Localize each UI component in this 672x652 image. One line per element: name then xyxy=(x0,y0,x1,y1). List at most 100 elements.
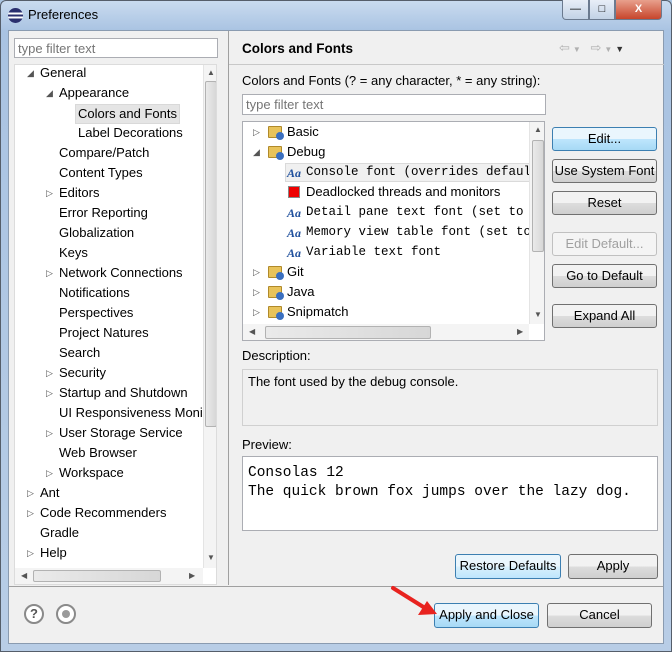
expand-arrow-icon[interactable]: ▷ xyxy=(253,122,260,142)
sash[interactable] xyxy=(228,31,229,585)
forward-menu-icon[interactable]: ▼ xyxy=(604,45,615,54)
tree-category[interactable]: Java xyxy=(287,282,314,302)
back-menu-icon[interactable]: ▼ xyxy=(573,45,584,54)
sidebar-vscroll-thumb[interactable] xyxy=(205,81,216,427)
expand-arrow-icon[interactable]: ▷ xyxy=(27,503,34,523)
sidebar-horizontal-scrollbar[interactable]: ◀ ▶ xyxy=(15,568,203,584)
tree-item[interactable]: Deadlocked threads and monitors xyxy=(306,182,500,202)
sidebar-item[interactable]: Network Connections xyxy=(59,263,183,283)
tree-vscroll-thumb[interactable] xyxy=(532,140,544,252)
reset-button[interactable]: Reset xyxy=(552,191,657,215)
font-icon: Aa xyxy=(287,206,302,220)
sidebar-item[interactable]: Perspectives xyxy=(59,303,133,323)
expand-arrow-icon[interactable]: ▷ xyxy=(46,463,53,483)
expand-arrow-icon[interactable]: ▷ xyxy=(46,183,53,203)
back-icon[interactable]: ⇦ xyxy=(559,40,573,55)
collapse-arrow-icon[interactable]: ◢ xyxy=(27,65,34,83)
expand-arrow-icon[interactable]: ▷ xyxy=(46,423,53,443)
apply-button[interactable]: Apply xyxy=(568,554,658,579)
sidebar-filter-input[interactable] xyxy=(14,38,218,58)
tree-vertical-scrollbar[interactable]: ▲ ▼ xyxy=(529,122,544,324)
tree-item[interactable]: Console font (overrides default: xyxy=(306,162,544,182)
sidebar-item[interactable]: Gradle xyxy=(40,523,79,543)
sidebar-vertical-scrollbar[interactable]: ▲ ▼ xyxy=(203,65,216,568)
sidebar-item[interactable]: Error Reporting xyxy=(59,203,148,223)
sidebar-item[interactable]: User Storage Service xyxy=(59,423,183,443)
close-button[interactable]: X xyxy=(615,0,662,20)
use-system-font-button[interactable]: Use System Font xyxy=(552,159,657,183)
collapse-arrow-icon[interactable]: ◢ xyxy=(46,83,53,103)
preview-font-name: Consolas 12 xyxy=(248,465,344,481)
tree-category[interactable]: Debug xyxy=(287,142,325,162)
description-label: Description: xyxy=(242,348,311,363)
tree-item[interactable]: Variable text font xyxy=(306,242,441,262)
colors-filter-input[interactable] xyxy=(242,94,546,115)
sidebar-item[interactable]: Label Decorations xyxy=(78,123,183,143)
tree-item[interactable]: Memory view table font (set to d xyxy=(306,222,544,242)
sidebar-item[interactable]: Help xyxy=(40,543,67,563)
sidebar-item[interactable]: Globalization xyxy=(59,223,134,243)
sidebar-item[interactable]: Colors and Fonts xyxy=(75,104,180,124)
expand-arrow-icon[interactable]: ▷ xyxy=(253,302,260,322)
view-menu-icon[interactable]: ▼ xyxy=(615,44,627,54)
sidebar-item[interactable]: General xyxy=(40,65,86,83)
help-icon[interactable]: ? xyxy=(24,604,44,624)
footer-divider xyxy=(9,586,663,587)
tree-horizontal-scrollbar[interactable]: ◀ ▶ xyxy=(243,324,529,340)
sidebar-item[interactable]: Web Browser xyxy=(59,443,137,463)
description-box: The font used by the debug console. xyxy=(242,369,658,426)
record-macro-icon[interactable] xyxy=(56,604,76,624)
annotation-arrow-icon xyxy=(391,586,437,615)
eclipse-app-icon xyxy=(8,8,23,23)
cancel-button[interactable]: Cancel xyxy=(547,603,652,628)
expand-arrow-icon[interactable]: ▷ xyxy=(253,282,260,302)
font-category-folder-icon xyxy=(268,126,284,140)
sidebar-item[interactable]: Content Types xyxy=(59,163,143,183)
sidebar-item[interactable]: Code Recommenders xyxy=(40,503,166,523)
history-nav[interactable]: ⇦▼ ⇨▼▼ xyxy=(559,40,627,56)
font-icon: Aa xyxy=(287,246,302,260)
window-title: Preferences xyxy=(28,7,99,22)
sidebar-item[interactable]: Keys xyxy=(59,243,88,263)
sidebar-item[interactable]: Project Natures xyxy=(59,323,149,343)
tree-item[interactable]: Detail pane text font (set to de xyxy=(306,202,544,222)
expand-arrow-icon[interactable]: ▷ xyxy=(46,263,53,283)
sidebar-hscroll-thumb[interactable] xyxy=(33,570,161,582)
collapse-arrow-icon[interactable]: ◢ xyxy=(253,142,260,162)
preview-label: Preview: xyxy=(242,437,292,452)
tree-hscroll-thumb[interactable] xyxy=(265,326,431,339)
sidebar-item[interactable]: Editors xyxy=(59,183,99,203)
sidebar-item[interactable]: Startup and Shutdown xyxy=(59,383,188,403)
font-category-folder-icon xyxy=(268,306,284,320)
sidebar-item[interactable]: Workspace xyxy=(59,463,124,483)
color-swatch-icon xyxy=(288,186,300,198)
expand-all-button[interactable]: Expand All xyxy=(552,304,657,328)
expand-arrow-icon[interactable]: ▷ xyxy=(27,483,34,503)
maximize-button[interactable]: □ xyxy=(589,0,615,20)
minimize-button[interactable]: — xyxy=(562,0,589,20)
preview-box: Consolas 12 The quick brown fox jumps ov… xyxy=(242,456,658,531)
expand-arrow-icon[interactable]: ▷ xyxy=(46,383,53,403)
apply-and-close-button[interactable]: Apply and Close xyxy=(434,603,539,628)
edit-button[interactable]: Edit... xyxy=(552,127,657,151)
sidebar-item[interactable]: Appearance xyxy=(59,83,129,103)
sidebar-item[interactable]: Search xyxy=(59,343,100,363)
go-to-default-button[interactable]: Go to Default xyxy=(552,264,657,288)
font-category-folder-icon xyxy=(268,146,284,160)
tree-category[interactable]: Git xyxy=(287,262,304,282)
expand-arrow-icon[interactable]: ▷ xyxy=(253,262,260,282)
restore-defaults-button[interactable]: Restore Defaults xyxy=(455,554,561,579)
edit-default-button[interactable]: Edit Default... xyxy=(552,232,657,256)
expand-arrow-icon[interactable]: ▷ xyxy=(46,363,53,383)
forward-icon[interactable]: ⇨ xyxy=(590,40,604,55)
preference-tree: ◢ General ◢ Appearance Colors and Fonts Label… xyxy=(14,64,217,585)
sidebar-item[interactable]: Ant xyxy=(40,483,60,503)
expand-arrow-icon[interactable]: ▷ xyxy=(27,543,34,563)
tree-category[interactable]: Snipmatch xyxy=(287,302,348,322)
tree-category[interactable]: Basic xyxy=(287,122,319,142)
sidebar-item[interactable]: UI Responsiveness Moni xyxy=(59,403,203,423)
filter-label: Colors and Fonts (? = any character, * =… xyxy=(242,73,541,88)
sidebar-item[interactable]: Notifications xyxy=(59,283,130,303)
sidebar-item[interactable]: Security xyxy=(59,363,106,383)
sidebar-item[interactable]: Compare/Patch xyxy=(59,143,149,163)
